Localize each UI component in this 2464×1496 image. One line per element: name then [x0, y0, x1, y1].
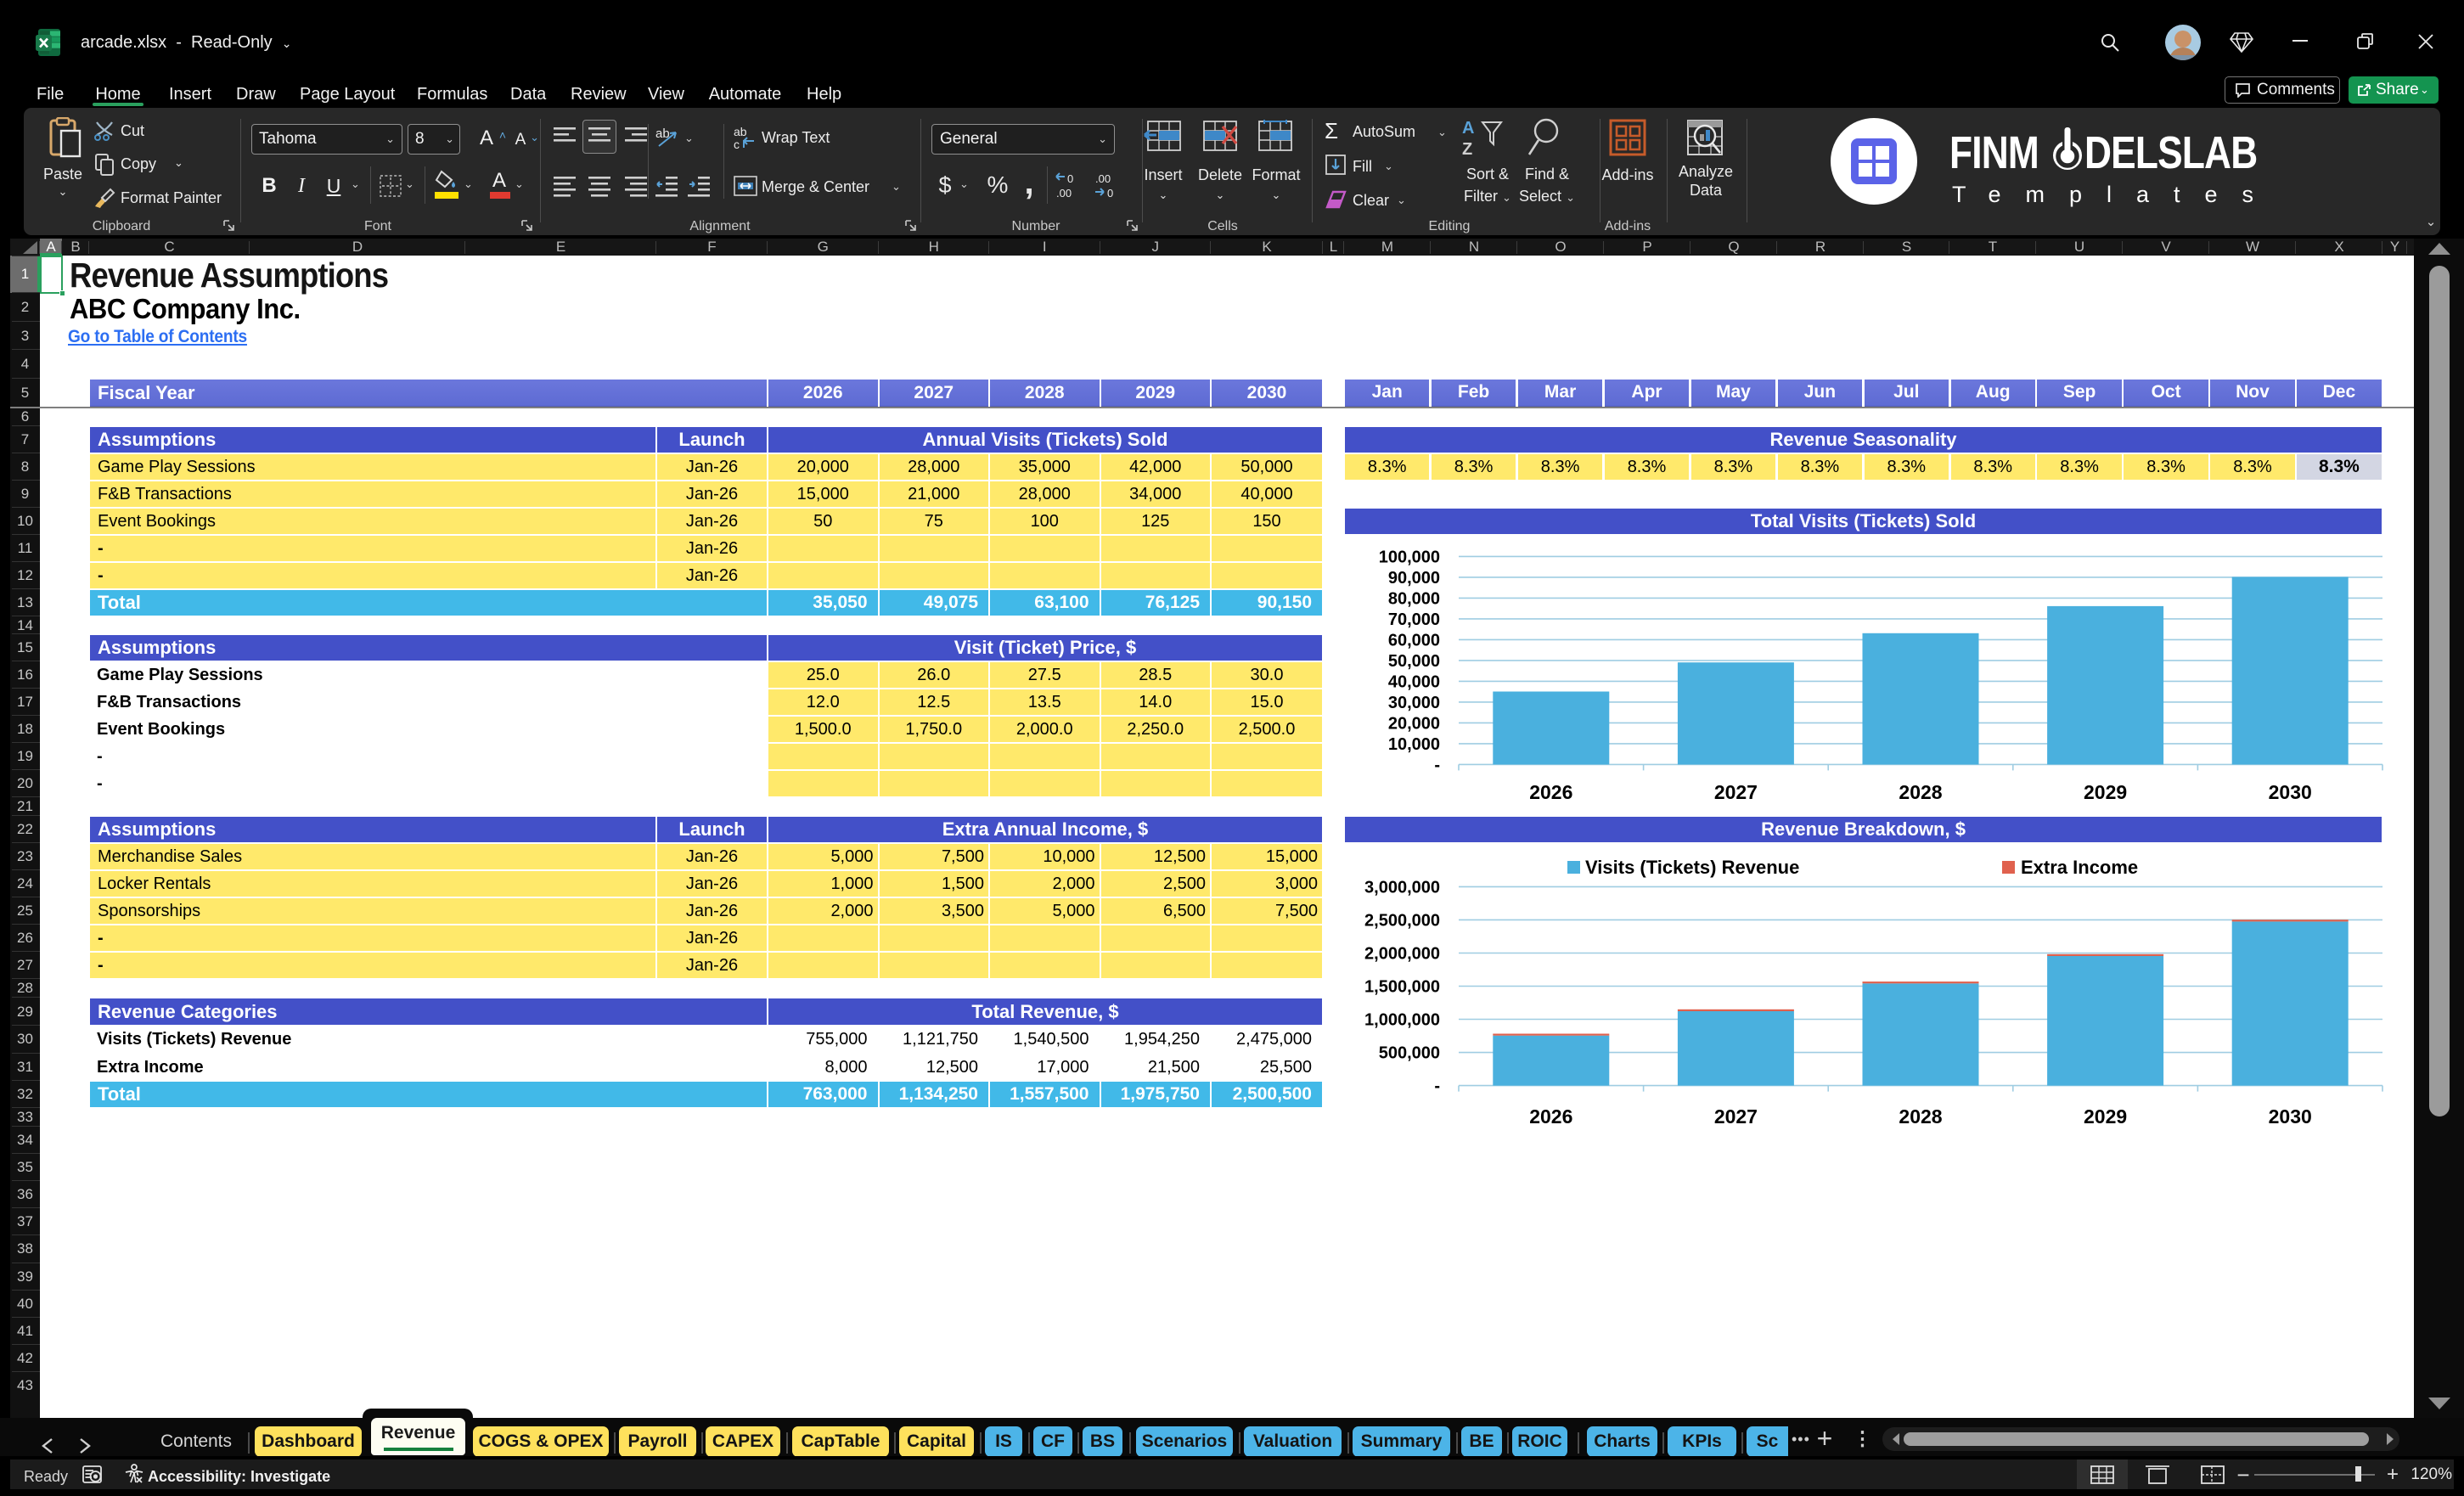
svg-text:30,000: 30,000 — [1388, 694, 1440, 712]
svg-text:Z: Z — [1462, 140, 1472, 158]
svg-text:0: 0 — [1067, 172, 1073, 185]
svg-text:20,000: 20,000 — [1388, 714, 1440, 733]
svg-text:10,000: 10,000 — [1388, 735, 1440, 754]
svg-text:100,000: 100,000 — [1379, 548, 1440, 566]
svg-text:2029: 2029 — [2084, 1105, 2127, 1128]
svg-text:50,000: 50,000 — [1388, 652, 1440, 671]
svg-text:2027: 2027 — [1714, 781, 1758, 803]
svg-text:2027: 2027 — [1714, 1105, 1758, 1128]
svg-text:2028: 2028 — [1899, 1105, 1942, 1128]
svg-text:1,000,000: 1,000,000 — [1364, 1011, 1440, 1030]
svg-text:70,000: 70,000 — [1388, 610, 1440, 629]
svg-text:1,500,000: 1,500,000 — [1364, 978, 1440, 997]
svg-text:80,000: 80,000 — [1388, 589, 1440, 608]
svg-text:2,000,000: 2,000,000 — [1364, 945, 1440, 964]
svg-text:-: - — [1434, 1077, 1440, 1096]
svg-text:2029: 2029 — [2084, 781, 2127, 803]
svg-text:2026: 2026 — [1529, 781, 1572, 803]
svg-text:500,000: 500,000 — [1379, 1044, 1440, 1063]
svg-text:0: 0 — [1107, 187, 1113, 200]
svg-text:Visits (Tickets) Revenue: Visits (Tickets) Revenue — [1585, 857, 1799, 878]
svg-text:2030: 2030 — [2269, 1105, 2312, 1128]
svg-text:90,000: 90,000 — [1388, 569, 1440, 588]
svg-text:ab: ab — [734, 126, 747, 138]
svg-text:.00: .00 — [1056, 187, 1072, 200]
svg-text:2,500,000: 2,500,000 — [1364, 911, 1440, 930]
svg-text:2030: 2030 — [2269, 781, 2312, 803]
svg-text:2028: 2028 — [1899, 781, 1942, 803]
svg-text:60,000: 60,000 — [1388, 631, 1440, 650]
svg-text:c: c — [734, 138, 740, 151]
svg-text:.00: .00 — [1095, 172, 1111, 185]
svg-text:3,000,000: 3,000,000 — [1364, 878, 1440, 897]
svg-text:A: A — [1462, 119, 1474, 138]
svg-text:-: - — [1434, 756, 1440, 774]
svg-text:40,000: 40,000 — [1388, 672, 1440, 691]
svg-text:Extra Income: Extra Income — [2021, 857, 2138, 878]
svg-text:2026: 2026 — [1529, 1105, 1572, 1128]
